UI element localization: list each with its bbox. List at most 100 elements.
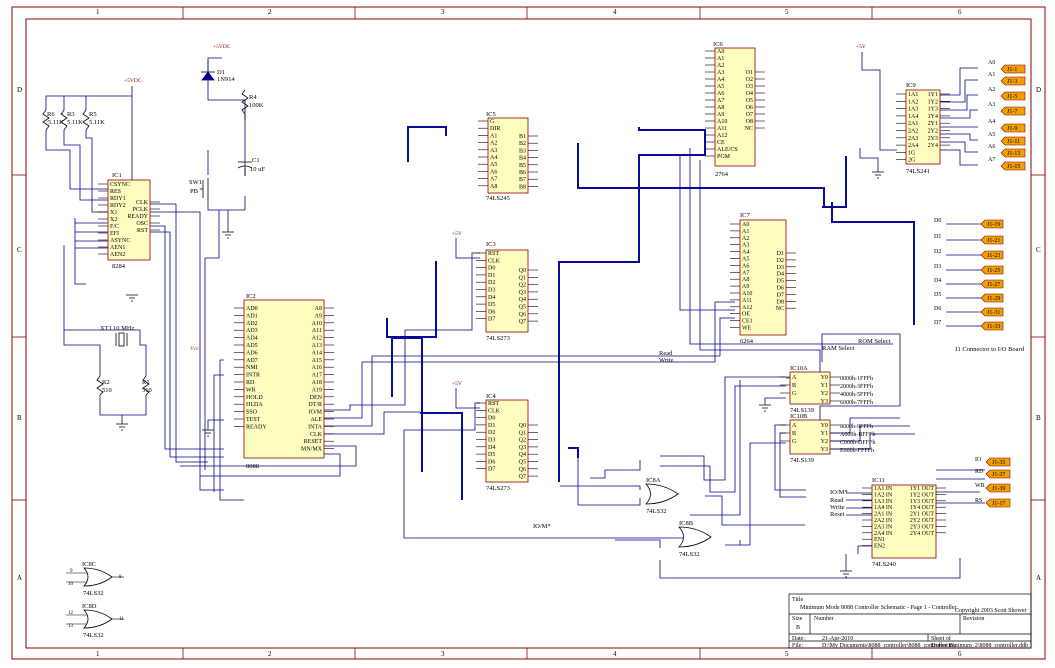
pin-label: OE: [742, 312, 750, 318]
pin-label: A17: [312, 373, 322, 379]
ic2-ref: IC2: [246, 293, 256, 300]
pin-label: 1A2 IN: [874, 492, 893, 498]
pin-label: Y1: [821, 383, 828, 389]
pin-label: Y3: [821, 399, 828, 405]
pin-label: DT/R: [308, 402, 322, 408]
j1-data-pin-label: J1-19: [987, 222, 1000, 228]
grid-row-label: A: [17, 574, 22, 582]
pin-label: Q1: [519, 275, 526, 281]
pin-label: O3: [746, 84, 753, 90]
pin-label: A9: [717, 112, 724, 118]
pin-label: A16: [312, 365, 322, 371]
gate-pin: 11: [119, 617, 124, 622]
pin-label: A4: [742, 250, 749, 256]
pin-label: A3: [717, 70, 724, 76]
pin-label: 1A4 IN: [874, 505, 893, 511]
pin-label: 1A1: [908, 92, 918, 98]
ctl-net-label: RS: [975, 498, 982, 504]
ic10a-ref: IC10A: [790, 365, 808, 372]
ic2-part: 8088: [246, 463, 259, 470]
r6-ref: R6: [47, 111, 55, 118]
pin-label: 1G: [908, 150, 916, 156]
pin-label: RDY1: [110, 196, 126, 202]
pin-label: B4: [519, 156, 526, 162]
pin-label: PCLK: [133, 207, 149, 213]
pin-label: B: [792, 431, 796, 437]
pin-label: D0: [488, 416, 495, 422]
pin-label: A11: [742, 298, 752, 304]
pin-label: 2Y3 OUT: [910, 524, 934, 530]
pin-label: Y0: [821, 423, 828, 429]
pin-label: A6: [742, 263, 749, 269]
sheet-label: Sheet of: [931, 635, 951, 642]
j1-addr-pin-label: J1-1: [1007, 67, 1017, 73]
pin-label: ASYNC: [110, 238, 130, 244]
pin-label: D6: [488, 309, 495, 315]
pin-label: EN1: [874, 537, 885, 543]
ic5-ref: IC5: [486, 111, 496, 118]
ic10b-ref: IC10B: [790, 413, 808, 420]
pin-label: O1: [746, 70, 753, 76]
pin-label: Y3: [821, 447, 828, 453]
pin-label: 2A4 IN: [874, 531, 893, 537]
drawn-label: Drawn By:: [931, 643, 958, 649]
vcc-label: +5VDC: [124, 78, 142, 84]
pin-label: EN2: [874, 544, 885, 550]
pin-label: CE1: [742, 319, 753, 325]
pin-label: B3: [519, 148, 526, 154]
pin-label: D4: [488, 295, 495, 301]
decode-range-b: 8000h-9FFFh: [840, 424, 873, 430]
r3-ref: R3: [67, 111, 75, 118]
pin-label: 2G: [908, 158, 916, 164]
pin-label: A8: [717, 105, 724, 111]
ic9-part: 74LS241: [906, 168, 930, 175]
addr-net-label: A0: [988, 60, 995, 66]
pin-label: Q1: [519, 430, 526, 436]
pin-label: O4: [746, 91, 753, 97]
pin-label: WE: [742, 326, 752, 332]
j1-addr-pin-label: J1-7: [1007, 109, 1017, 115]
pin-label: 2Y1: [928, 121, 938, 127]
j1-note: J1 Connector to I/O Board: [955, 346, 1025, 353]
pin-label: D6: [777, 286, 784, 292]
j1-addr-pin-label: J1-13: [1007, 151, 1020, 157]
xt1-ref: XT1: [100, 325, 112, 332]
pin-label: MN/MX: [301, 447, 323, 453]
pin-label: B5: [519, 163, 526, 169]
pin-label: 2Y2 OUT: [910, 518, 934, 524]
net-write-2: Write: [830, 504, 845, 511]
j1-addr-pin-label: J1-15: [1007, 164, 1020, 170]
ic5-part: 74LS245: [486, 195, 510, 202]
pin-label: A0: [742, 222, 749, 228]
pin-label: AD5: [246, 343, 258, 349]
pin-label: A5: [490, 162, 497, 168]
ctl-net-label: IO: [975, 457, 982, 463]
pin-label: RD: [246, 380, 255, 386]
pin-label: RST: [488, 251, 499, 257]
pin-label: A3: [490, 148, 497, 154]
net-rom-select: ROM Select: [858, 338, 891, 345]
r6-value: 5.11K: [48, 119, 64, 126]
pin-label: A12: [717, 133, 727, 139]
j1-data-pin-label: J1-33: [987, 324, 1000, 330]
pin-label: Q6: [519, 467, 526, 473]
net-io-m-2: IO/M*: [533, 523, 551, 530]
sw1-value: PB: [190, 188, 199, 195]
d1-ref: D1: [217, 69, 225, 76]
buses: [386, 126, 915, 500]
pin-label: X2: [110, 217, 117, 223]
j1-data-pin-label: J1-27: [987, 282, 1000, 288]
pin-label: O2: [746, 77, 753, 83]
c1-value: 10 uF: [250, 166, 265, 173]
v5-label: +5V: [856, 44, 866, 50]
pin-label: IO/M: [309, 410, 323, 416]
pin-label: 1Y4 OUT: [910, 505, 934, 511]
pin-label: 1A2: [908, 99, 918, 105]
pin-label: AD6: [246, 350, 258, 356]
data-net-label: D5: [934, 292, 941, 298]
ic1-ref: IC1: [112, 172, 122, 179]
addr-net-label: A4: [988, 119, 995, 125]
pin-label: 2Y3: [928, 136, 938, 142]
d1-part: 1N914: [217, 76, 235, 83]
vcc-label: +5VDC: [213, 44, 231, 50]
